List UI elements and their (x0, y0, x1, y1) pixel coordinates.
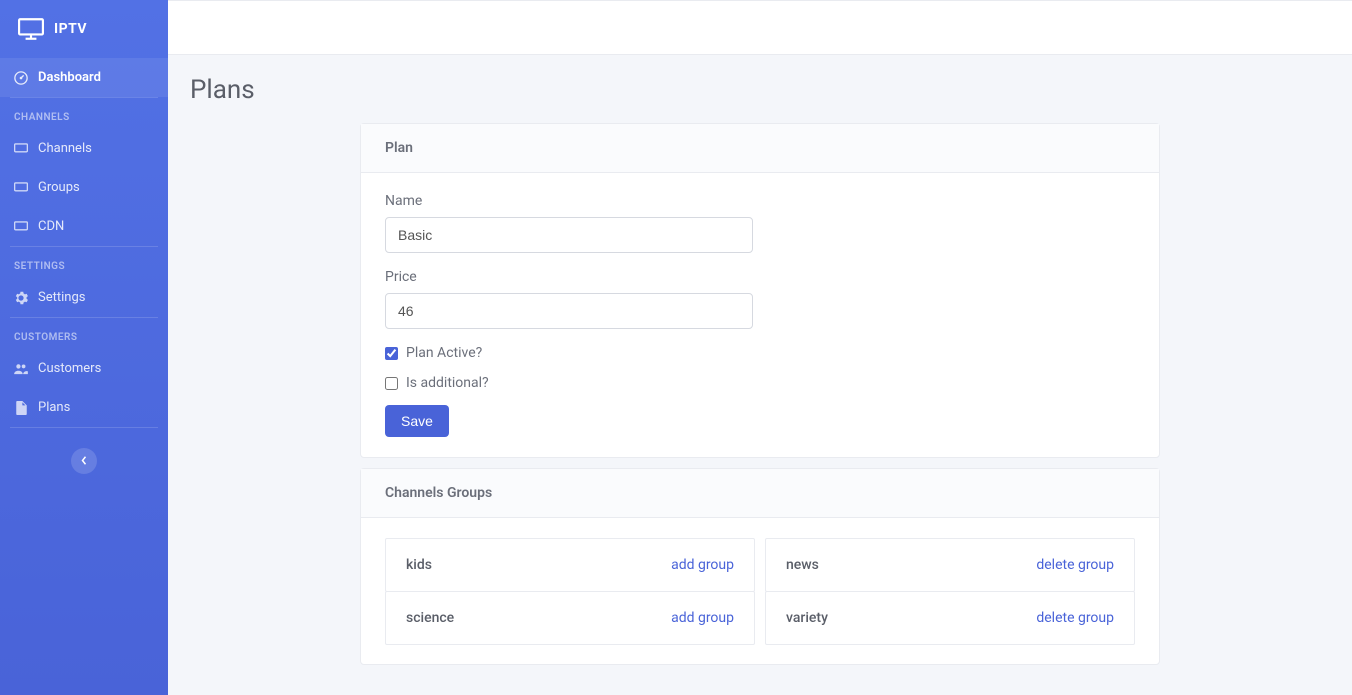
gear-icon (14, 291, 28, 305)
group-row: news delete group (765, 538, 1135, 592)
collapse-sidebar-button[interactable] (71, 448, 97, 474)
is-additional-label: Is additional? (406, 375, 489, 391)
chevron-left-icon (81, 455, 87, 468)
page-title: Plans (190, 75, 1330, 105)
price-label: Price (385, 269, 1135, 285)
add-group-link[interactable]: add group (671, 610, 734, 626)
delete-group-link[interactable]: delete group (1036, 610, 1114, 626)
nav-cdn[interactable]: CDN (0, 207, 168, 246)
add-group-link[interactable]: add group (671, 557, 734, 573)
name-input[interactable] (385, 217, 753, 253)
plan-active-checkbox[interactable] (385, 347, 398, 360)
delete-group-link[interactable]: delete group (1036, 557, 1114, 573)
nav-label: Customers (38, 361, 101, 376)
dashboard-icon (14, 71, 28, 85)
save-button[interactable]: Save (385, 405, 449, 437)
nav-label: Settings (38, 290, 85, 305)
nav-heading-customers: CUSTOMERS (0, 318, 168, 349)
group-name: variety (786, 610, 828, 626)
brand-name: IPTV (54, 21, 87, 37)
users-icon (14, 362, 28, 376)
nav-label: Plans (38, 400, 70, 415)
display-icon (14, 181, 28, 195)
brand: IPTV (0, 0, 168, 58)
nav-groups[interactable]: Groups (0, 168, 168, 207)
nav-heading-settings: SETTINGS (0, 247, 168, 278)
nav-settings[interactable]: Settings (0, 278, 168, 317)
nav-label: Dashboard (38, 70, 101, 85)
groups-left-column: kids add group science add group (385, 538, 755, 644)
plan-card: Plan Name Price Plan Active? (360, 123, 1160, 458)
is-additional-checkbox[interactable] (385, 377, 398, 390)
nav-plans[interactable]: Plans (0, 388, 168, 427)
name-label: Name (385, 193, 1135, 209)
file-icon (14, 401, 28, 415)
group-name: kids (406, 557, 432, 573)
group-row: kids add group (385, 538, 755, 592)
nav-channels[interactable]: Channels (0, 129, 168, 168)
group-name: news (786, 557, 819, 573)
group-row: science add group (385, 591, 755, 645)
topbar (168, 0, 1352, 55)
main: Plans Plan Name Price Plan Active? (168, 0, 1352, 695)
nav-label: CDN (38, 219, 64, 234)
nav-label: Groups (38, 180, 80, 195)
price-input[interactable] (385, 293, 753, 329)
card-header-plan: Plan (361, 124, 1159, 173)
nav-label: Channels (38, 141, 92, 156)
nav-dashboard[interactable]: Dashboard (0, 58, 168, 97)
plan-active-label: Plan Active? (406, 345, 482, 361)
group-name: science (406, 610, 454, 626)
display-icon (14, 220, 28, 234)
channels-groups-card: Channels Groups kids add group science a… (360, 468, 1160, 665)
group-row: variety delete group (765, 591, 1135, 645)
content: Plans Plan Name Price Plan Active? (168, 55, 1352, 695)
card-header-groups: Channels Groups (361, 469, 1159, 518)
nav-customers[interactable]: Customers (0, 349, 168, 388)
nav-heading-channels: CHANNELS (0, 98, 168, 129)
groups-right-column: news delete group variety delete group (765, 538, 1135, 644)
display-icon (14, 142, 28, 156)
collapse-control (0, 428, 168, 494)
tv-icon (18, 18, 44, 40)
sidebar: IPTV Dashboard CHANNELS Channels (0, 0, 168, 695)
